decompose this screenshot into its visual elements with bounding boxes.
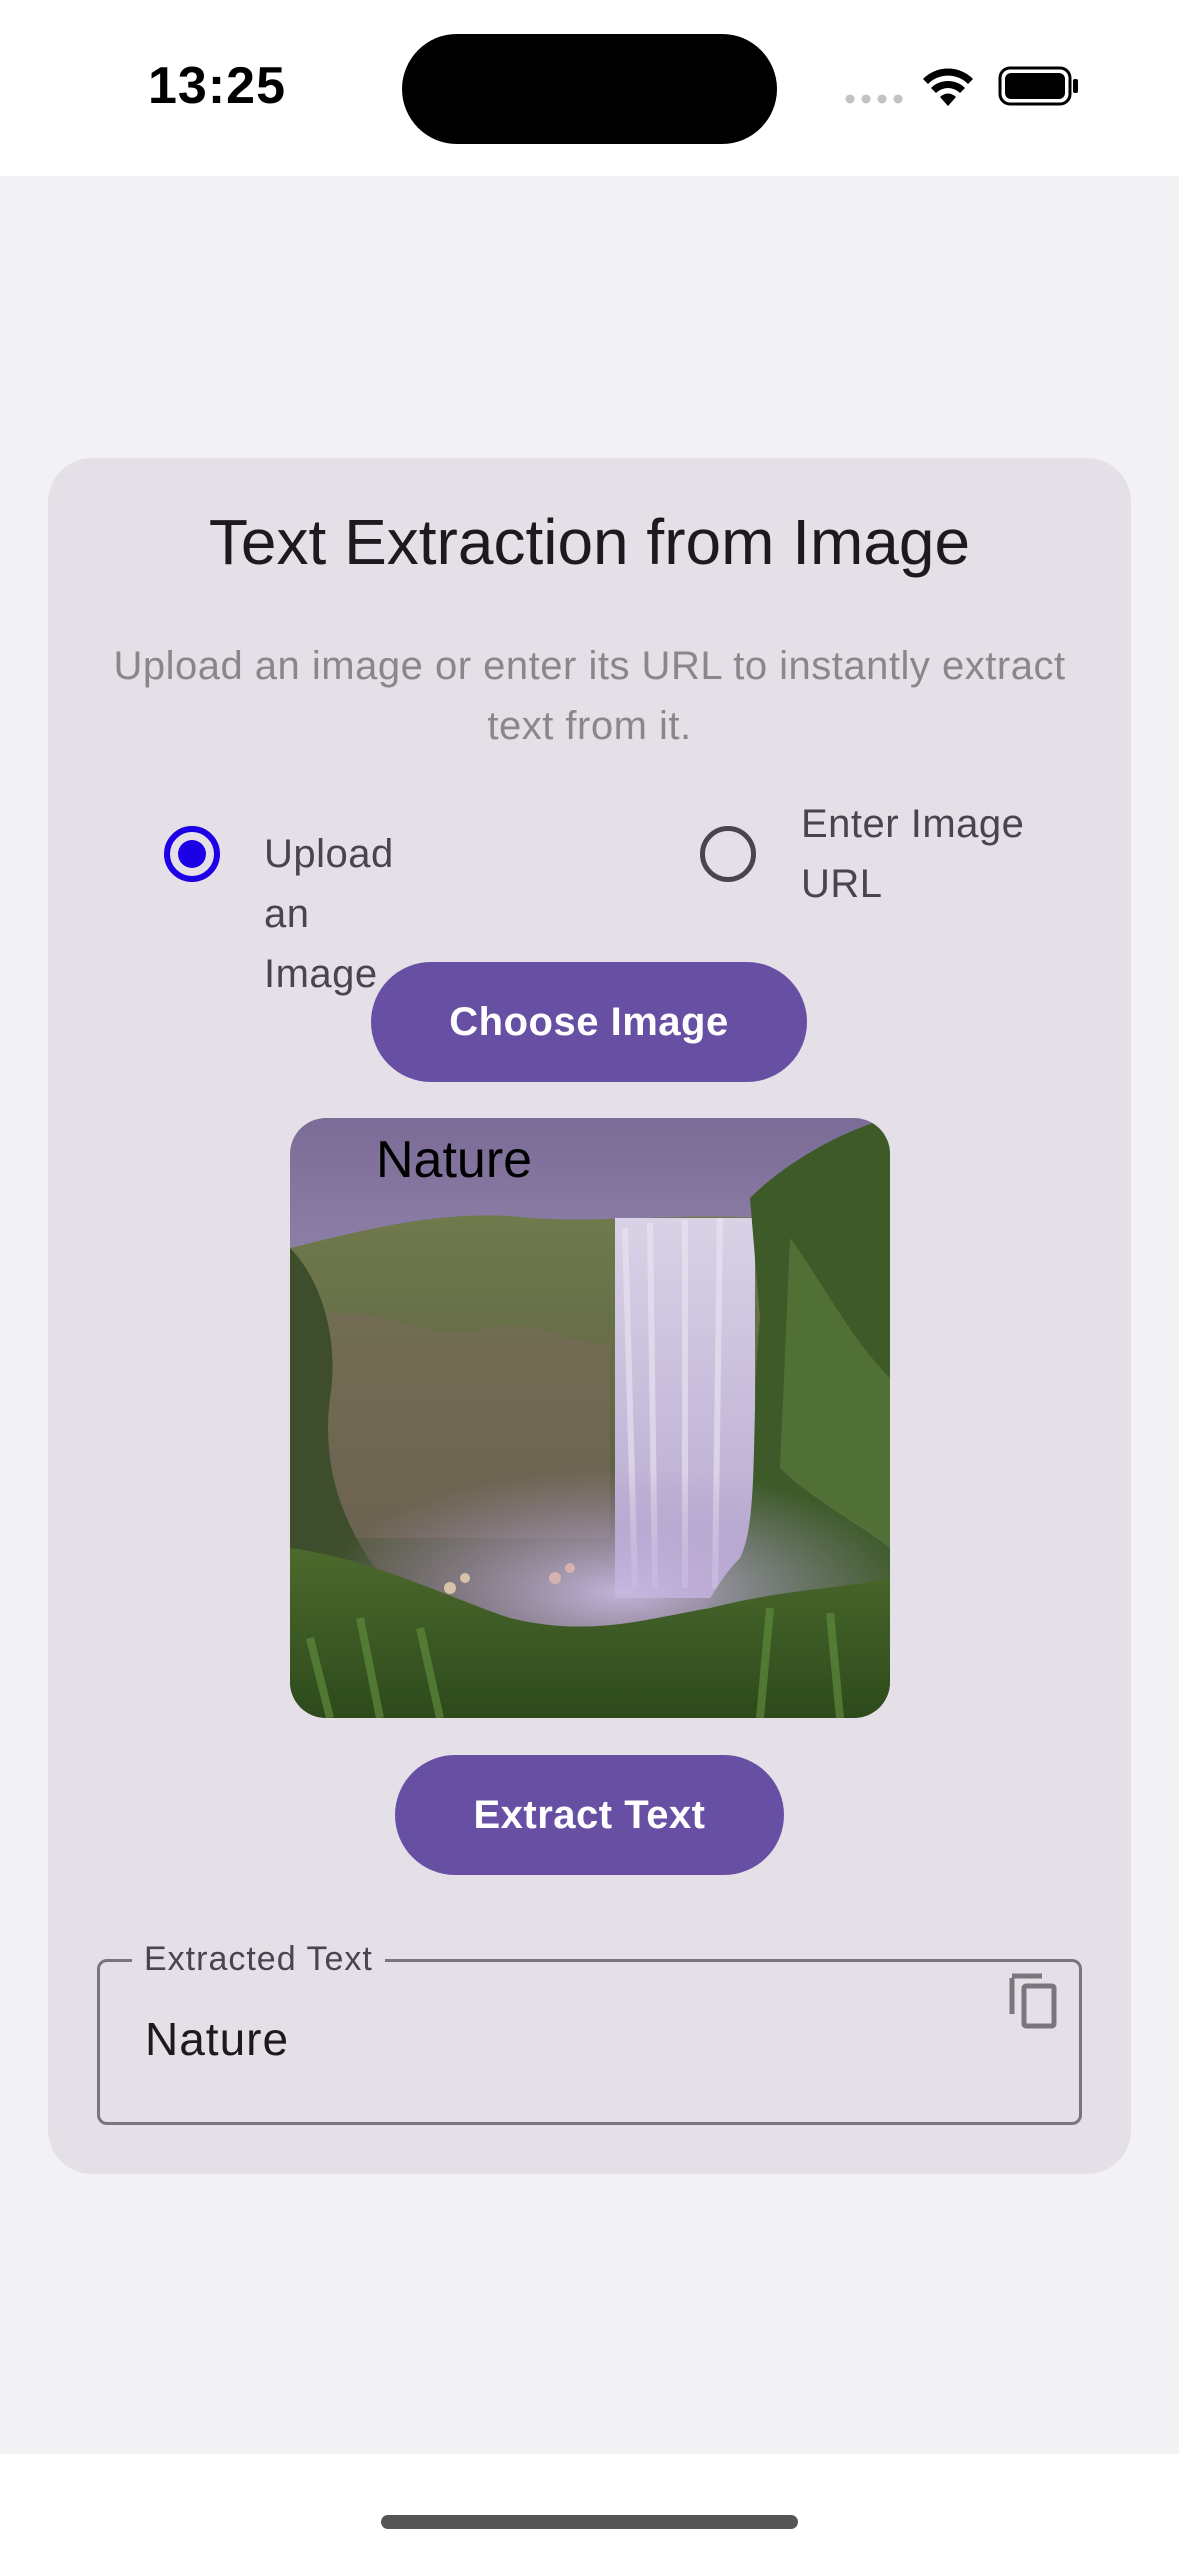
radio-url-label[interactable]: Enter Image URL [801, 794, 1071, 914]
image-preview: Nature [290, 1118, 890, 1718]
dynamic-island [402, 34, 777, 144]
page-subtitle: Upload an image or enter its URL to inst… [113, 644, 1066, 748]
radio-upload-label[interactable]: Upload an Image [264, 824, 394, 1004]
home-indicator[interactable] [381, 2515, 798, 2529]
preview-caption: Nature [376, 1131, 533, 1189]
status-bar: 13:25 [0, 0, 1179, 176]
choose-image-button[interactable]: Choose Image [371, 962, 807, 1082]
waterfall-image [290, 1118, 890, 1718]
copy-icon[interactable] [1006, 1970, 1060, 2030]
radio-selected-icon[interactable] [164, 826, 220, 882]
page-title: Text Extraction from Image [208, 506, 971, 578]
status-time: 13:25 [148, 57, 286, 115]
battery-icon [998, 66, 1078, 106]
wifi-icon [923, 68, 973, 106]
signal-dots-icon [845, 94, 903, 104]
extracted-text-label: Extracted Text [132, 1934, 385, 1984]
extracted-text-value[interactable]: Nature [145, 2012, 289, 2066]
radio-unselected-icon[interactable] [700, 826, 756, 882]
home-indicator-area [0, 2454, 1179, 2556]
extract-text-button[interactable]: Extract Text [395, 1755, 784, 1875]
